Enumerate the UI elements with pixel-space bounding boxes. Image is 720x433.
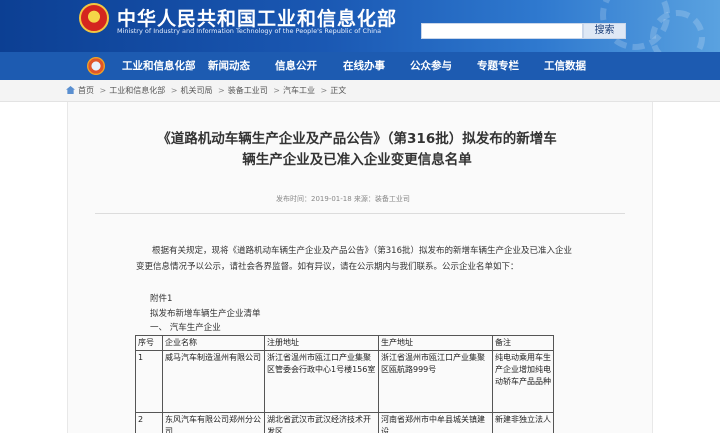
publish-meta: 发布时间：2019-01-18 来源：装备工业司	[276, 195, 410, 203]
article-title: 《道路机动车辆生产企业及产品公告》（第316批）拟发布的新增车 辆生产企业及已准…	[120, 129, 594, 171]
article-paragraph-text: 根据有关规定，现将《道路机动车辆生产企业及产品公告》（第316批）拟发布的新增车…	[136, 246, 572, 272]
national-emblem-icon	[79, 3, 109, 33]
table-header-cell: 序号	[135, 335, 163, 351]
nav-item-news[interactable]: 新闻动态	[208, 52, 250, 80]
nav-item-topics[interactable]: 专题专栏	[477, 52, 519, 80]
breadcrumb-separator: >	[320, 86, 328, 95]
table-cell: 东风汽车有限公司郑州分公司	[162, 412, 265, 433]
table-header-cell: 企业名称	[162, 335, 265, 351]
table-cell: 威马汽车制造温州有限公司	[162, 350, 265, 413]
site-header: 中华人民共和国工业和信息化部 Ministry of Industry and …	[0, 0, 720, 52]
table-cell: 新建非独立法人	[492, 412, 554, 433]
table-cell: 河南省郑州市中牟县城关镇建设	[378, 412, 493, 433]
breadcrumb-equipment-dept[interactable]: 装备工业司	[228, 86, 268, 95]
home-icon	[66, 86, 75, 94]
table-cell: 2	[135, 412, 163, 433]
gear-decoration-icon	[650, 10, 705, 52]
nav-item-data[interactable]: 工信数据	[544, 52, 586, 80]
divider	[95, 213, 625, 214]
nav-item-ministry[interactable]: 工业和信息化部	[122, 52, 196, 80]
breadcrumb-separator: >	[273, 86, 280, 95]
table-cell: 湖北省武汉市武汉经济技术开发区	[264, 412, 379, 433]
breadcrumb-bar: 首页 > 工业和信息化部 > 机关司局 > 装备工业司 > 汽车工业 > 正文	[0, 80, 720, 102]
miit-logo-icon	[87, 57, 105, 75]
search-input[interactable]	[421, 23, 583, 39]
table-row: 1 威马汽车制造温州有限公司 浙江省温州市瓯江口产业集聚区管委会行政中心1号楼1…	[135, 350, 554, 413]
table-header-cell: 备注	[492, 335, 554, 351]
breadcrumb-separator: >	[218, 86, 225, 95]
nav-item-online-services[interactable]: 在线办事	[343, 52, 385, 80]
table-header-cell: 生产地址	[378, 335, 493, 351]
table-header-cell: 注册地址	[264, 335, 379, 351]
breadcrumb-current: 正文	[330, 86, 347, 95]
breadcrumb: 首页 > 工业和信息化部 > 机关司局 > 装备工业司 > 汽车工业 > 正文	[66, 85, 346, 96]
table-cell: 浙江省温州市瓯江口产业集聚区管委会行政中心1号楼156室	[264, 350, 379, 413]
list-title: 拟发布新增车辆生产企业清单	[150, 309, 261, 319]
table-cell: 浙江省温州市瓯江口产业集聚区瓯航路999号	[378, 350, 493, 413]
breadcrumb-home[interactable]: 首页	[78, 86, 94, 95]
attachment-label: 附件1	[150, 294, 173, 304]
breadcrumb-auto-industry[interactable]: 汽车工业	[283, 86, 315, 95]
breadcrumb-ministry[interactable]: 工业和信息化部	[109, 86, 165, 95]
nav-item-disclosure[interactable]: 信息公开	[275, 52, 317, 80]
search-button[interactable]: 搜索	[583, 23, 626, 39]
breadcrumb-departments[interactable]: 机关司局	[181, 86, 213, 95]
article-title-line: 《道路机动车辆生产企业及产品公告》（第316批）拟发布的新增车	[157, 131, 557, 147]
main-nav: 工业和信息化部 新闻动态 信息公开 在线办事 公众参与 专题专栏 工信数据	[0, 52, 720, 80]
nav-item-participation[interactable]: 公众参与	[410, 52, 452, 80]
article-title-line: 辆生产企业及已准入企业变更信息名单	[242, 152, 472, 168]
table-cell: 纯电动乘用车生产企业增加纯电动轿车产品品种	[492, 350, 554, 413]
table-cell: 1	[135, 350, 163, 413]
breadcrumb-separator: >	[99, 86, 107, 95]
enterprise-table: 序号 企业名称 注册地址 生产地址 备注 1 威马汽车制造温州有限公司 浙江省温…	[135, 335, 554, 433]
breadcrumb-separator: >	[170, 86, 178, 95]
table-row: 2 东风汽车有限公司郑州分公司 湖北省武汉市武汉经济技术开发区 河南省郑州市中牟…	[135, 412, 554, 433]
section-heading: 一、 汽车生产企业	[150, 323, 221, 333]
article-paragraph: 根据有关规定，现将《道路机动车辆生产企业及产品公告》（第316批）拟发布的新增车…	[136, 243, 576, 275]
site-subtitle: Ministry of Industry and Information Tec…	[117, 27, 382, 35]
table-header-row: 序号 企业名称 注册地址 生产地址 备注	[135, 335, 554, 351]
